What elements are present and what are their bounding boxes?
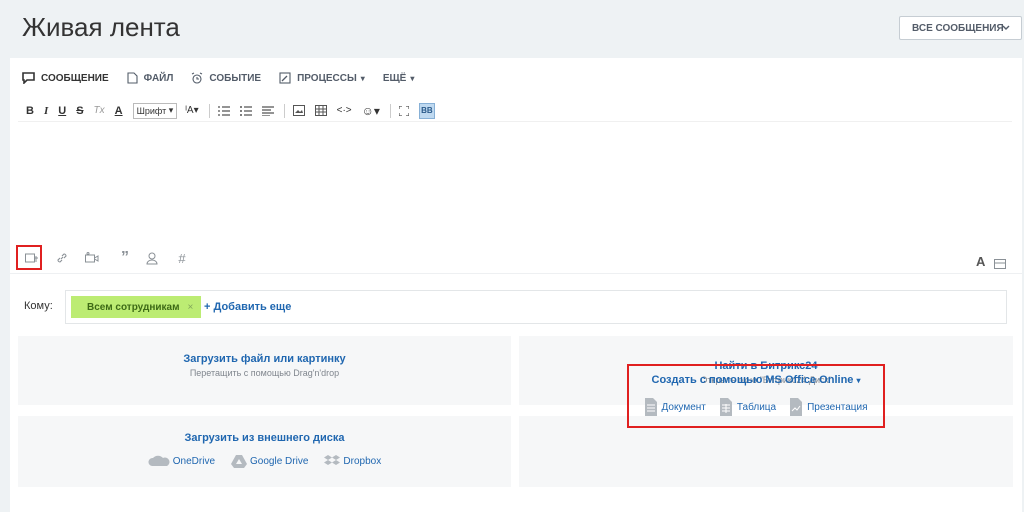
text-format-button[interactable]: A xyxy=(976,254,985,269)
toolbar-divider xyxy=(389,103,391,118)
google-drive-label: Google Drive xyxy=(250,455,309,467)
external-disk-panel: Загрузить из внешнего диска OneDrive Goo… xyxy=(18,416,511,487)
attach-bar: ” # xyxy=(10,242,1022,274)
numbered-list-icon[interactable] xyxy=(217,105,230,116)
tab-message[interactable]: СООБЩЕНИЕ xyxy=(22,72,109,84)
font-select-label: Шрифт xyxy=(136,105,167,116)
create-document-label: Документ xyxy=(661,401,706,413)
recipient-tag-label: Всем сотрудникам xyxy=(87,301,180,313)
tab-more[interactable]: ЕЩЁ ▾ xyxy=(383,73,415,84)
attach-highlight-box xyxy=(16,245,42,270)
hashtag-icon[interactable]: # xyxy=(172,248,192,268)
toolbar-divider xyxy=(208,103,210,118)
process-icon xyxy=(279,72,291,84)
recipients-field[interactable]: Всем сотрудникам × + Добавить еще xyxy=(65,290,1007,324)
dropbox-link[interactable]: Dropbox xyxy=(324,454,381,468)
create-spreadsheet-link[interactable]: Таблица xyxy=(719,398,777,416)
mention-icon[interactable] xyxy=(142,248,162,268)
remove-recipient-icon[interactable]: × xyxy=(188,302,194,313)
panel-toggle-icon[interactable] xyxy=(994,256,1006,274)
quote-icon[interactable]: ” xyxy=(115,248,135,268)
external-drives: OneDrive Google Drive Dropbox xyxy=(18,454,511,468)
spreadsheet-icon xyxy=(719,398,732,416)
alarm-clock-icon xyxy=(192,72,203,84)
tab-label: СОБЫТИЕ xyxy=(209,72,262,84)
office-online-highlight-box: Создать с помощью MS Office Online ▾ Док… xyxy=(627,364,885,428)
page-title: Живая лента xyxy=(22,12,180,42)
font-select[interactable]: Шрифт ▾ xyxy=(132,102,178,119)
google-drive-link[interactable]: Google Drive xyxy=(231,454,308,468)
tab-label: СООБЩЕНИЕ xyxy=(41,72,109,84)
bbcode-toggle-button[interactable]: BB xyxy=(418,102,435,119)
chevron-down-icon xyxy=(1002,25,1010,30)
filter-dropdown[interactable]: ВСЕ СООБЩЕНИЯ xyxy=(899,16,1022,40)
bold-button[interactable]: B xyxy=(26,105,34,117)
create-presentation-label: Презентация xyxy=(807,401,868,413)
font-size-button[interactable]: ᴵ A ▾ xyxy=(185,105,198,116)
link-icon[interactable] xyxy=(52,248,72,268)
document-icon xyxy=(644,398,657,416)
image-icon[interactable] xyxy=(292,105,305,116)
italic-button[interactable]: I xyxy=(44,105,48,117)
caret-down-icon: ▾ xyxy=(410,73,415,83)
create-spreadsheet-label: Таблица xyxy=(736,401,777,413)
recipients-label: Кому: xyxy=(24,300,53,312)
message-editor[interactable] xyxy=(18,124,1012,244)
strike-button[interactable]: S xyxy=(76,105,83,117)
tab-label: ФАЙЛ xyxy=(143,72,174,84)
tab-event[interactable]: СОБЫТИЕ xyxy=(191,72,261,84)
upload-local-subtitle: Перетащить с помощью Drag'n'drop xyxy=(189,368,340,378)
office-online-menu[interactable]: Создать с помощью MS Office Online ▾ xyxy=(629,374,883,386)
onedrive-label: OneDrive xyxy=(172,455,216,467)
dropbox-icon xyxy=(324,455,341,465)
clear-format-button[interactable]: Tx xyxy=(94,105,105,116)
add-recipient-link[interactable]: + Добавить еще xyxy=(204,301,291,313)
tab-file[interactable]: ФАЙЛ xyxy=(127,72,174,84)
table-icon[interactable] xyxy=(314,105,327,116)
tab-label: ПРОЦЕССЫ xyxy=(297,72,357,84)
cloud-icon xyxy=(148,455,170,466)
upload-local-panel[interactable]: Загрузить файл или картинку Перетащить с… xyxy=(18,336,511,405)
font-color-button[interactable]: A xyxy=(115,105,123,117)
post-type-tabs: СООБЩЕНИЕ ФАЙЛ СОБЫТИЕ ПРОЦЕССЫ ▾ ЕЩЁ ▾ xyxy=(22,68,432,88)
smile-icon[interactable]: ☺▾ xyxy=(362,104,380,118)
file-icon xyxy=(127,72,138,84)
office-online-title: Создать с помощью MS Office Online xyxy=(651,374,854,386)
create-document-link[interactable]: Документ xyxy=(644,398,706,416)
underline-button[interactable]: U xyxy=(58,105,66,117)
dropbox-label: Dropbox xyxy=(343,455,382,467)
onedrive-link[interactable]: OneDrive xyxy=(148,455,215,467)
recipient-tag[interactable]: Всем сотрудникам × xyxy=(71,296,202,318)
code-icon[interactable]: <·> xyxy=(337,105,352,116)
fullscreen-icon[interactable] xyxy=(398,105,409,116)
presentation-icon xyxy=(790,398,803,416)
toolbar-divider xyxy=(283,103,285,118)
external-disk-title[interactable]: Загрузить из внешнего диска xyxy=(18,432,511,444)
bullet-list-icon[interactable] xyxy=(239,105,252,116)
office-create-options: Документ Таблица Презентация xyxy=(629,398,883,416)
tab-processes[interactable]: ПРОЦЕССЫ ▾ xyxy=(279,72,365,84)
tab-label: ЕЩЁ xyxy=(382,72,407,84)
google-drive-icon xyxy=(231,455,248,468)
upload-local-title[interactable]: Загрузить файл или картинку xyxy=(18,353,511,365)
create-presentation-link[interactable]: Презентация xyxy=(790,398,868,416)
caret-down-icon: ▾ xyxy=(360,73,365,83)
filter-label: ВСЕ СООБЩЕНИЯ xyxy=(912,22,1004,34)
post-form: СООБЩЕНИЕ ФАЙЛ СОБЫТИЕ ПРОЦЕССЫ ▾ ЕЩЁ ▾ … xyxy=(10,58,1022,512)
editor-toolbar: B I U S Tx A Шрифт ▾ ᴵ A ▾ <·> ☺▾ BB xyxy=(18,100,1012,122)
message-icon xyxy=(22,72,35,84)
align-icon[interactable] xyxy=(261,105,274,116)
font-size-label: A xyxy=(186,105,194,116)
video-icon[interactable] xyxy=(82,248,102,268)
